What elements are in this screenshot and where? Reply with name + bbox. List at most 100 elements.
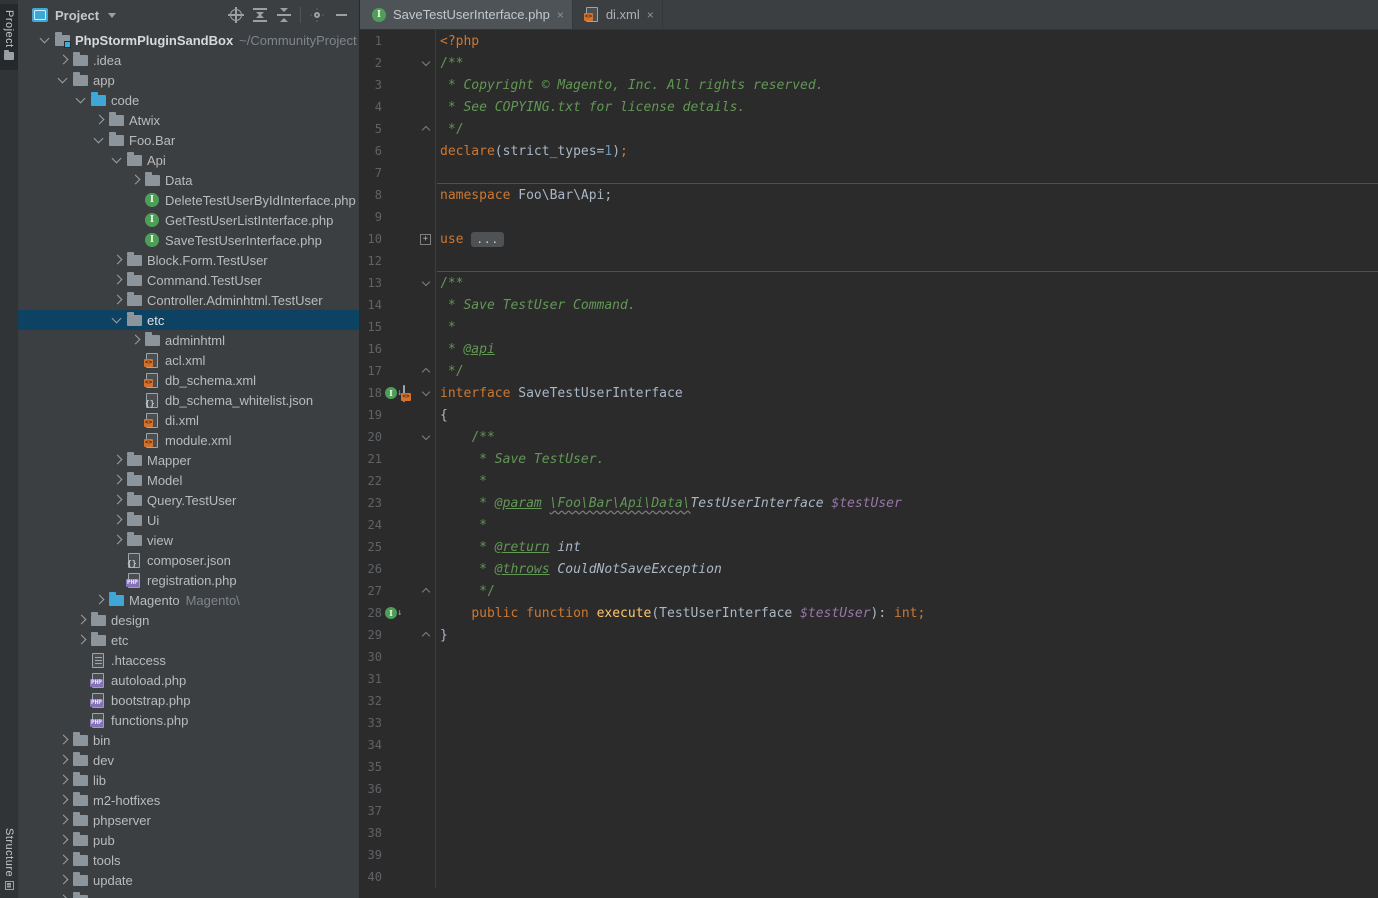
chevron-collapsed-icon[interactable]	[127, 332, 143, 348]
chevron-expanded-icon[interactable]	[55, 72, 71, 88]
tree-item-module-xml[interactable]: <>module.xml	[18, 430, 359, 450]
tree-item-adminhtml[interactable]: adminhtml	[18, 330, 359, 350]
code-editor[interactable]: 1<?php2/**3 * Copyright © Magento, Inc. …	[360, 30, 1378, 898]
tree-item-update[interactable]: update	[18, 870, 359, 890]
chevron-expanded-icon[interactable]	[37, 32, 53, 48]
chevron-collapsed-icon[interactable]	[91, 592, 107, 608]
tree-item-bin[interactable]: bin	[18, 730, 359, 750]
tree-item-data[interactable]: Data	[18, 170, 359, 190]
fold-expand-icon[interactable]: +	[420, 234, 431, 245]
tree-item-gettestuserlistinterface-php[interactable]: IGetTestUserListInterface.php	[18, 210, 359, 230]
chevron-collapsed-icon[interactable]	[127, 172, 143, 188]
fold-end-icon[interactable]	[421, 366, 431, 376]
chevron-collapsed-icon[interactable]	[55, 732, 71, 748]
tree-item-acl-xml[interactable]: <>acl.xml	[18, 350, 359, 370]
expand-all-button[interactable]	[248, 4, 272, 26]
chevron-collapsed-icon[interactable]	[55, 872, 71, 888]
chevron-collapsed-icon[interactable]	[55, 772, 71, 788]
tree-item-m2-hotfixes[interactable]: m2-hotfixes	[18, 790, 359, 810]
tree-item-atwix[interactable]: Atwix	[18, 110, 359, 130]
chevron-collapsed-icon[interactable]	[109, 252, 125, 268]
tree-item-composer-json[interactable]: {}composer.json	[18, 550, 359, 570]
chevron-collapsed-icon[interactable]	[73, 612, 89, 628]
chevron-collapsed-icon[interactable]	[55, 852, 71, 868]
chevron-collapsed-icon[interactable]	[91, 112, 107, 128]
tree-item-view[interactable]: view	[18, 530, 359, 550]
tree-item--idea[interactable]: .idea	[18, 50, 359, 70]
chevron-collapsed-icon[interactable]	[55, 792, 71, 808]
tree-item-code[interactable]: code	[18, 90, 359, 110]
structure-tool-button[interactable]: Structure	[0, 828, 18, 894]
tree-item-design[interactable]: design	[18, 610, 359, 630]
tree-item-savetestuserinterface-php[interactable]: ISaveTestUserInterface.php	[18, 230, 359, 250]
tree-item-di-xml[interactable]: <>di.xml	[18, 410, 359, 430]
tree-item-ui[interactable]: Ui	[18, 510, 359, 530]
implementations-gutter-icon[interactable]: I↓	[385, 387, 402, 399]
tree-item-block-form-testuser[interactable]: Block.Form.TestUser	[18, 250, 359, 270]
tab-savetestuserinterface-php[interactable]: ISaveTestUserInterface.php×	[360, 0, 573, 29]
collapse-all-button[interactable]	[272, 4, 296, 26]
chevron-collapsed-icon[interactable]	[55, 892, 71, 898]
tree-item-foo-bar[interactable]: Foo.Bar	[18, 130, 359, 150]
tree-item-etc[interactable]: etc	[18, 630, 359, 650]
tree-item-dev[interactable]: dev	[18, 750, 359, 770]
tree-item-api[interactable]: Api	[18, 150, 359, 170]
chevron-collapsed-icon[interactable]	[55, 812, 71, 828]
tree-item-tools[interactable]: tools	[18, 850, 359, 870]
chevron-expanded-icon[interactable]	[91, 132, 107, 148]
folded-region-placeholder[interactable]: ...	[471, 232, 504, 247]
tree-item-app[interactable]: app	[18, 70, 359, 90]
chevron-down-icon[interactable]	[108, 13, 116, 18]
chevron-collapsed-icon[interactable]	[109, 472, 125, 488]
implementations-gutter-icon[interactable]: I↓	[385, 607, 402, 619]
chevron-collapsed-icon[interactable]	[73, 632, 89, 648]
tree-item-db-schema-whitelist-json[interactable]: {}db_schema_whitelist.json	[18, 390, 359, 410]
tab-close-icon[interactable]: ×	[647, 9, 654, 21]
chevron-expanded-icon[interactable]	[109, 312, 125, 328]
chevron-collapsed-icon[interactable]	[109, 292, 125, 308]
hide-panel-button[interactable]	[329, 4, 353, 26]
tree-item-var[interactable]: var	[18, 890, 359, 898]
chevron-collapsed-icon[interactable]	[55, 752, 71, 768]
fold-open-icon[interactable]	[421, 58, 431, 68]
tree-item-deletetestuserbyidinterface-php[interactable]: IDeleteTestUserByIdInterface.php	[18, 190, 359, 210]
settings-button[interactable]	[305, 4, 329, 26]
tree-item--htaccess[interactable]: .htaccess	[18, 650, 359, 670]
tree-item-phpstormpluginsandbox[interactable]: PhpStormPluginSandBox~/CommunityProject	[18, 30, 359, 50]
tree-item-query-testuser[interactable]: Query.TestUser	[18, 490, 359, 510]
tree-item-controller-adminhtml-testuser[interactable]: Controller.Adminhtml.TestUser	[18, 290, 359, 310]
locate-file-button[interactable]	[224, 4, 248, 26]
tree-item-mapper[interactable]: Mapper	[18, 450, 359, 470]
tree-item-magento[interactable]: MagentoMagento\	[18, 590, 359, 610]
tab-di-xml[interactable]: <>di.xml×	[573, 0, 663, 29]
chevron-collapsed-icon[interactable]	[109, 492, 125, 508]
tree-item-model[interactable]: Model	[18, 470, 359, 490]
fold-end-icon[interactable]	[421, 630, 431, 640]
chevron-collapsed-icon[interactable]	[55, 832, 71, 848]
tree-item-command-testuser[interactable]: Command.TestUser	[18, 270, 359, 290]
tree-item-autoload-php[interactable]: PHPautoload.php	[18, 670, 359, 690]
chevron-collapsed-icon[interactable]	[109, 512, 125, 528]
chevron-collapsed-icon[interactable]	[55, 52, 71, 68]
project-tool-button[interactable]: Project	[0, 4, 18, 70]
chevron-collapsed-icon[interactable]	[109, 272, 125, 288]
tree-item-db-schema-xml[interactable]: <>db_schema.xml	[18, 370, 359, 390]
tree-item-bootstrap-php[interactable]: PHPbootstrap.php	[18, 690, 359, 710]
fold-open-icon[interactable]	[421, 388, 431, 398]
di-xml-gutter-icon[interactable]: <>	[403, 386, 405, 401]
tree-item-lib[interactable]: lib	[18, 770, 359, 790]
fold-end-icon[interactable]	[421, 124, 431, 134]
tree-item-registration-php[interactable]: PHPregistration.php	[18, 570, 359, 590]
tree-item-functions-php[interactable]: PHPfunctions.php	[18, 710, 359, 730]
tree-item-phpserver[interactable]: phpserver	[18, 810, 359, 830]
fold-end-icon[interactable]	[421, 586, 431, 596]
tab-close-icon[interactable]: ×	[557, 9, 564, 21]
tree-item-pub[interactable]: pub	[18, 830, 359, 850]
tree-item-etc[interactable]: etc	[18, 310, 359, 330]
chevron-collapsed-icon[interactable]	[109, 532, 125, 548]
project-panel-title[interactable]: Project	[55, 8, 99, 23]
fold-open-icon[interactable]	[421, 278, 431, 288]
chevron-expanded-icon[interactable]	[109, 152, 125, 168]
fold-open-icon[interactable]	[421, 432, 431, 442]
chevron-expanded-icon[interactable]	[73, 92, 89, 108]
